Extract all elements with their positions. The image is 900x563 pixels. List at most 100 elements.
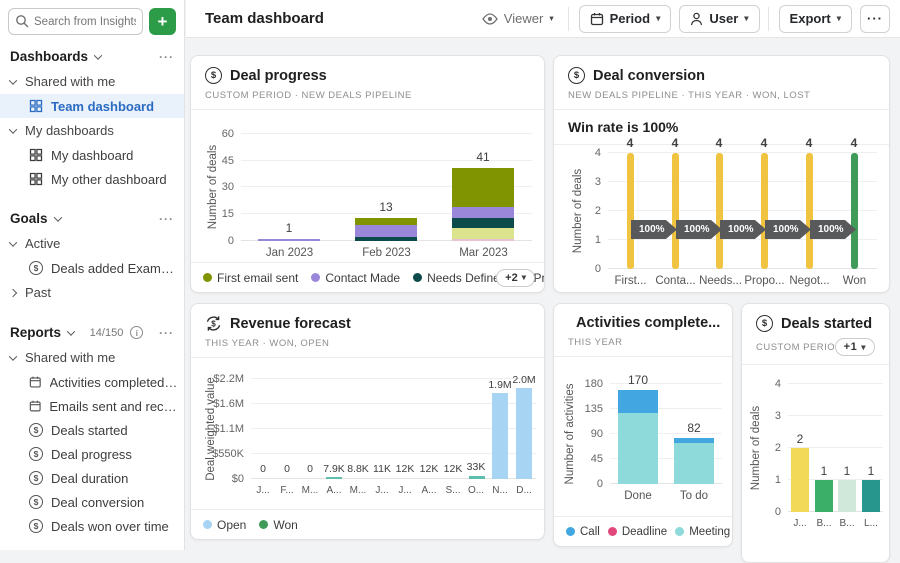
item-label: Team dashboard <box>51 99 154 114</box>
conversion-bar[interactable] <box>806 153 813 269</box>
group-label: Shared with me <box>25 74 115 89</box>
deal-dollar-icon: $ <box>29 447 43 461</box>
sidebar: + Dashboards ··· Shared with me Team das… <box>0 0 185 550</box>
deal-dollar-icon: $ <box>568 67 585 84</box>
viewer-dropdown[interactable]: Viewer ▾ <box>482 11 554 26</box>
sidebar-item-report[interactable]: $ Deals won over time <box>0 514 184 538</box>
sidebar-item-report[interactable]: $ Deal progress <box>0 442 184 466</box>
bar-value: 4 <box>620 136 640 150</box>
x-tick: Won <box>832 275 877 287</box>
card-title: Deal conversion <box>593 68 705 84</box>
x-tick: A... <box>322 485 346 496</box>
sidebar-item-team-dashboard[interactable]: Team dashboard <box>0 94 184 118</box>
conversion-bar[interactable] <box>672 153 679 269</box>
reports-menu-button[interactable]: ··· <box>159 326 174 340</box>
sidebar-item-report[interactable]: $ Deals started <box>0 418 184 442</box>
conversion-bar[interactable] <box>761 153 768 269</box>
add-button[interactable]: + <box>149 8 176 35</box>
legend-item[interactable]: Won <box>259 518 297 532</box>
sidebar-item-my-dashboard[interactable]: My dashboard <box>0 143 184 167</box>
chevron-down-icon <box>53 213 61 221</box>
dashboards-menu-button[interactable]: ··· <box>159 50 174 64</box>
viewer-label: Viewer <box>504 11 544 26</box>
deals-bar[interactable] <box>815 480 833 512</box>
open-bar-dec[interactable] <box>516 388 532 479</box>
sidebar-item-report[interactable]: Activities completed an... <box>0 370 184 394</box>
won-bar[interactable] <box>469 476 485 479</box>
sidebar-item-report[interactable]: Emails sent and received <box>0 394 184 418</box>
stacked-bar-todo[interactable] <box>674 438 714 484</box>
deal-dollar-icon: $ <box>29 519 43 533</box>
group-reports-shared[interactable]: Shared with me <box>0 345 184 370</box>
group-my-dashboards[interactable]: My dashboards <box>0 118 184 143</box>
card-subtitle: CUSTOM PERIOD · NEW DEALS PIPELINE <box>191 84 544 110</box>
conversion-rate-badge: 100% <box>631 220 677 239</box>
stacked-bar-feb[interactable] <box>355 218 417 241</box>
stacked-bar-mar[interactable] <box>452 168 514 241</box>
legend-item[interactable]: Call <box>566 526 600 538</box>
bar-value: 12K <box>416 463 442 475</box>
chevron-down-icon: ▾ <box>837 13 841 24</box>
period-button[interactable]: Period ▾ <box>579 5 672 33</box>
legend-item[interactable]: Contact Made <box>311 271 400 285</box>
item-label: Emails sent and received <box>49 399 178 414</box>
goals-menu-button[interactable]: ··· <box>159 212 174 226</box>
legend-dot <box>203 273 212 282</box>
bar-value: 1 <box>838 464 856 478</box>
period-label: Period <box>610 11 650 26</box>
sidebar-item-my-other-dashboard[interactable]: My other dashboard <box>0 167 184 191</box>
bar-value: 82 <box>674 421 714 435</box>
reports-label: Reports <box>10 325 61 340</box>
legend-item[interactable]: Needs Defined <box>413 271 506 285</box>
chevron-down-icon: ▾ <box>861 342 866 353</box>
sidebar-item-report[interactable]: $ Deal duration <box>0 466 184 490</box>
bar-value: 0 <box>251 463 275 475</box>
x-tick: M... <box>298 485 322 496</box>
user-button[interactable]: User ▾ <box>679 5 759 33</box>
export-button[interactable]: Export ▾ <box>779 5 852 33</box>
stacked-bar-jan[interactable] <box>258 239 320 241</box>
sidebar-item-report[interactable]: $ Deal conversion <box>0 490 184 514</box>
group-past-goals[interactable]: Past <box>0 280 184 305</box>
open-bar-nov[interactable] <box>492 393 508 479</box>
person-icon <box>690 12 703 26</box>
deals-bar[interactable] <box>838 480 856 512</box>
legend-item[interactable]: First email sent <box>203 271 298 285</box>
deal-progress-legend: First email sent Contact Made Needs Defi… <box>191 262 544 292</box>
revenue-forecast-legend: Open Won <box>191 509 544 539</box>
section-reports[interactable]: Reports 14/150 i ··· <box>0 319 184 345</box>
activities-plot: 180 135 90 45 0 170 82 Done To do <box>610 384 722 484</box>
deals-bar[interactable] <box>862 480 880 512</box>
info-icon[interactable]: i <box>130 326 143 339</box>
export-label: Export <box>790 11 831 26</box>
legend-more-button[interactable]: +2▾ <box>496 269 535 287</box>
legend-item[interactable]: Open <box>203 518 246 532</box>
filter-more-button[interactable]: +1▾ <box>835 338 875 356</box>
card-title: Revenue forecast <box>230 316 351 332</box>
x-tick: J... <box>251 485 275 496</box>
conversion-bar-won[interactable] <box>851 153 858 269</box>
stacked-bar-done[interactable] <box>618 390 658 484</box>
x-tick: S... <box>441 485 465 496</box>
section-dashboards[interactable]: Dashboards ··· <box>0 43 184 69</box>
group-active-goals[interactable]: Active <box>0 231 184 256</box>
conversion-bar[interactable] <box>627 153 634 269</box>
legend-item[interactable]: Meeting <box>675 526 730 538</box>
bar-value: 1 <box>258 221 320 235</box>
section-goals[interactable]: Goals ··· <box>0 205 184 231</box>
more-button[interactable]: ··· <box>860 5 890 33</box>
chevron-down-icon <box>9 125 17 133</box>
won-bar[interactable] <box>326 477 342 479</box>
deal-progress-plot: 60 45 30 15 0 1 13 41 Jan 2023 Feb 2023 … <box>241 134 532 241</box>
item-label: Deals won over time <box>51 519 169 534</box>
conversion-bar[interactable] <box>716 153 723 269</box>
chevron-down-icon <box>9 352 17 360</box>
forecast-icon: $ <box>205 315 222 332</box>
sidebar-item-goal[interactable]: $ Deals added Example t... <box>0 256 184 280</box>
bar-value: 13 <box>355 200 417 214</box>
x-tick: Conta... <box>653 275 698 287</box>
group-shared-with-me[interactable]: Shared with me <box>0 69 184 94</box>
deals-bar[interactable] <box>791 448 809 512</box>
item-label: Activities completed an... <box>50 375 178 390</box>
legend-item[interactable]: Deadline <box>608 526 667 538</box>
